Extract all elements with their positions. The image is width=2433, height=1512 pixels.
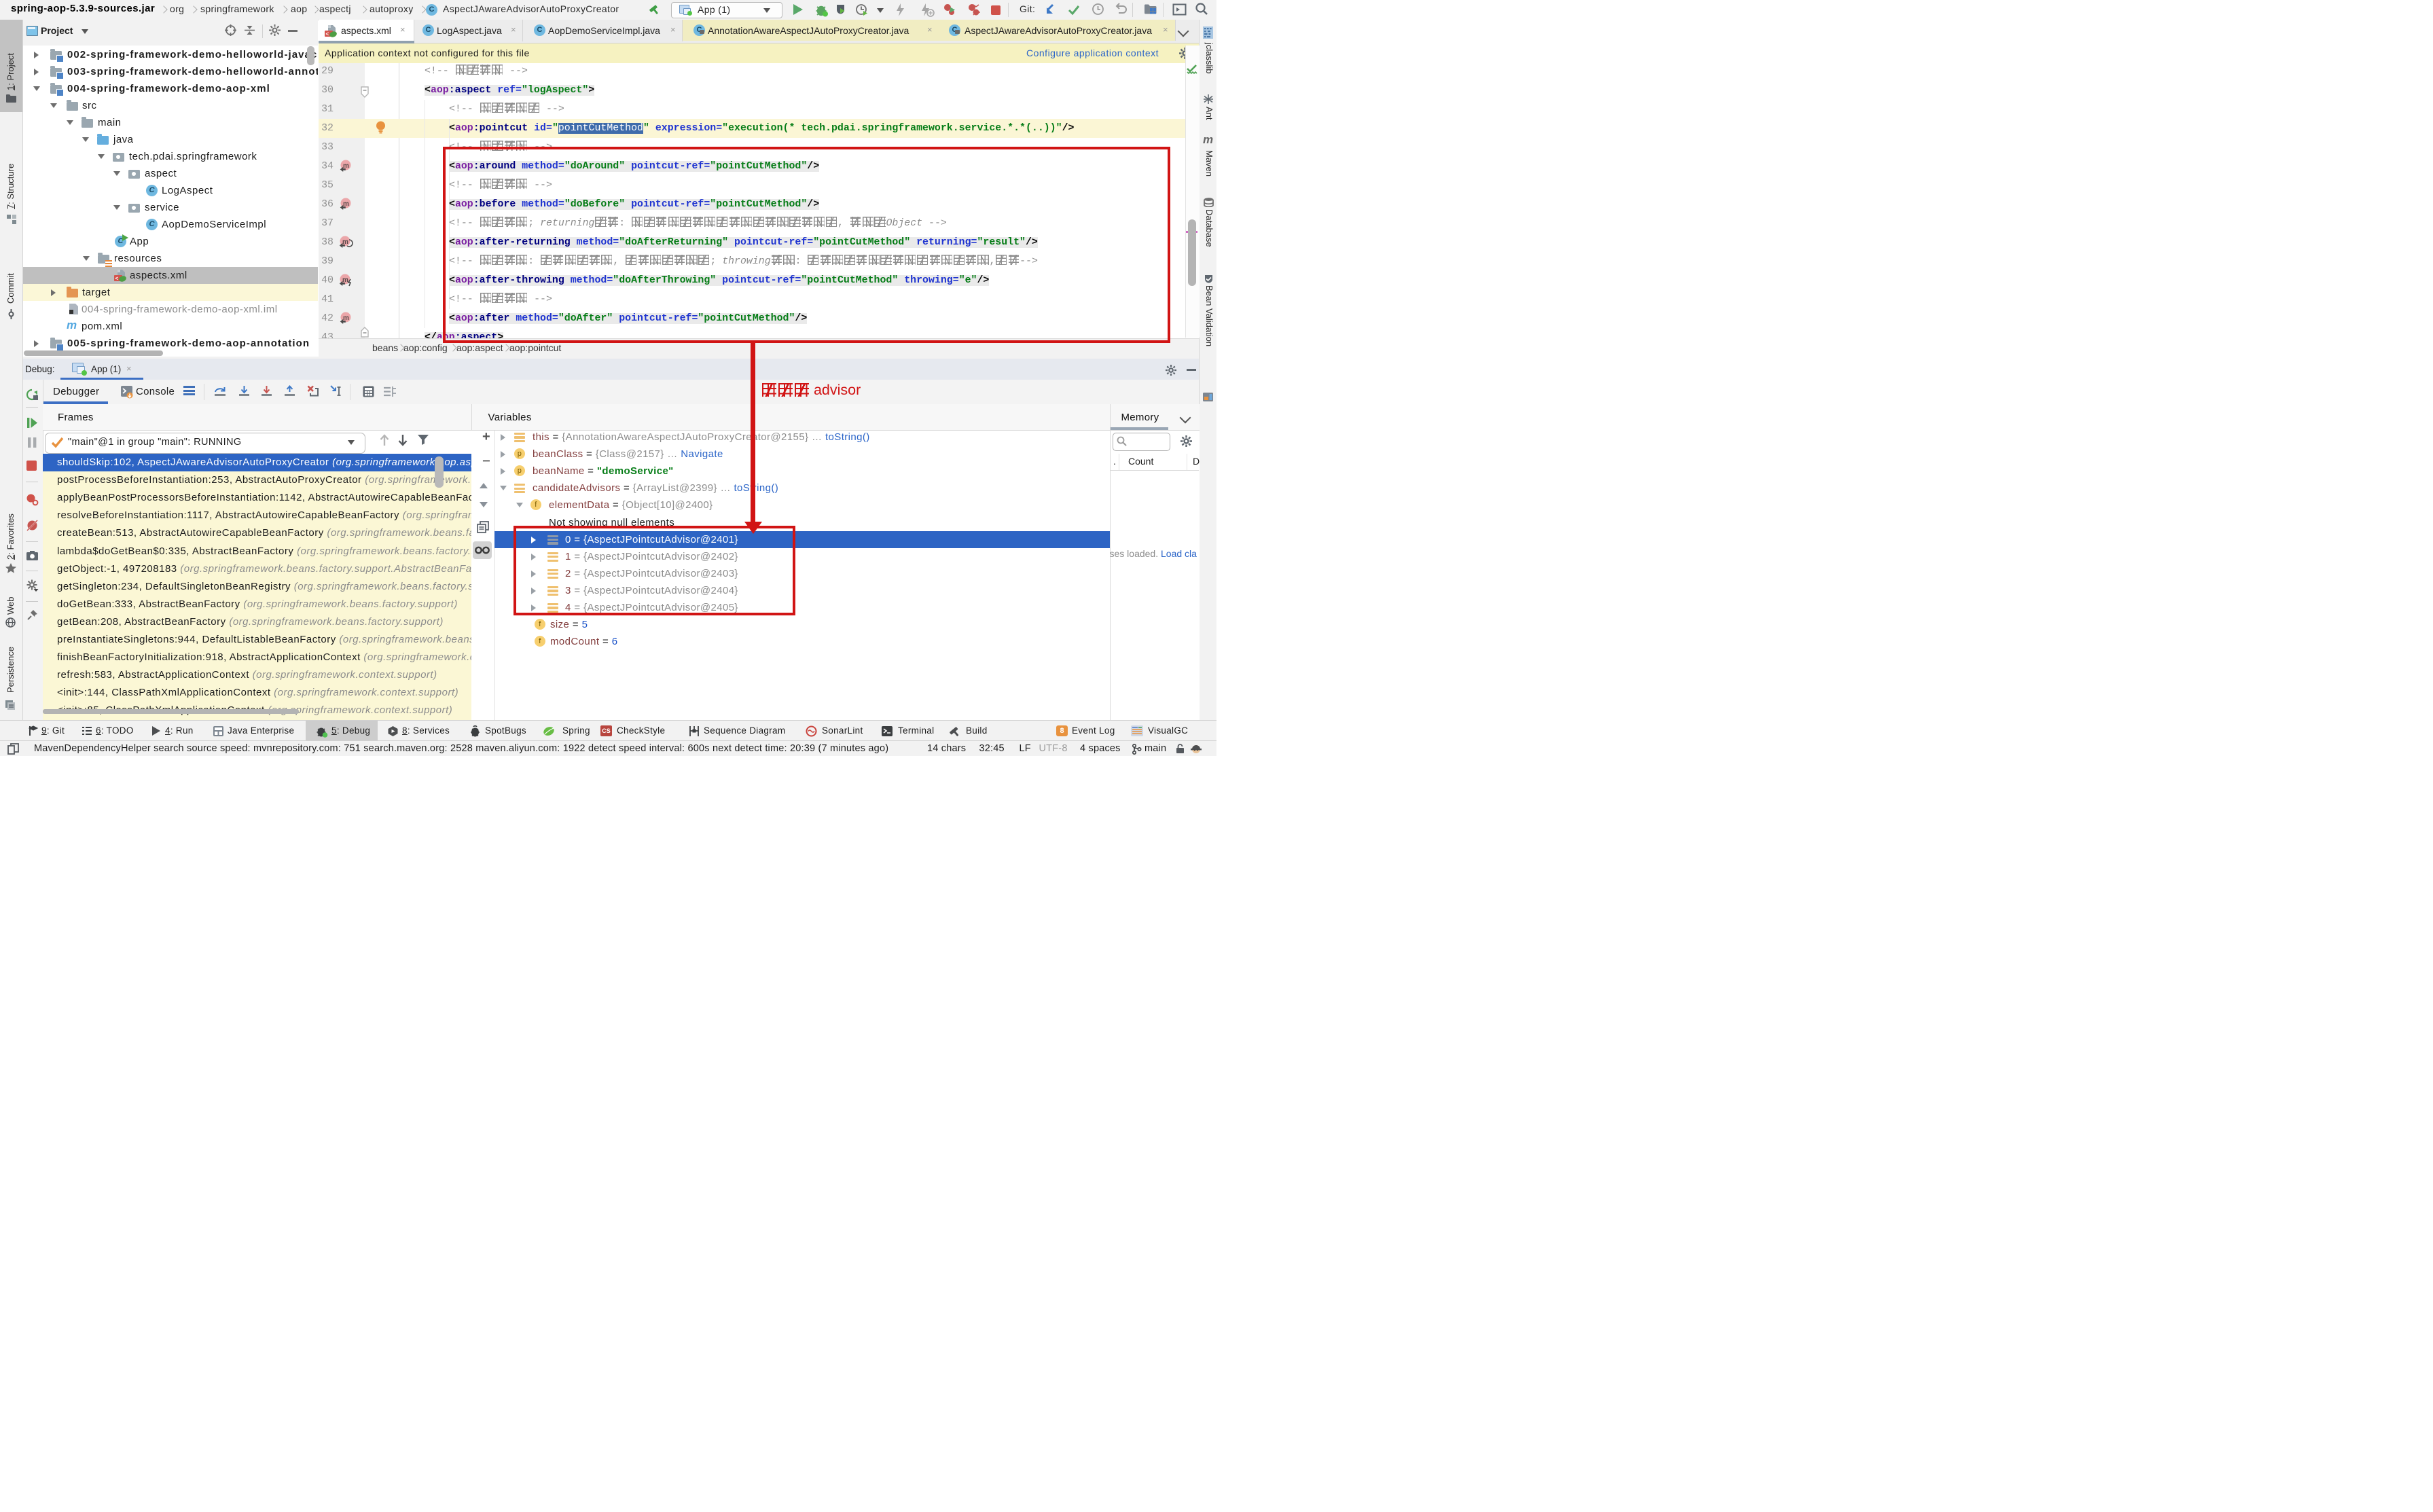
svg-text:<: < — [326, 31, 329, 37]
svg-text:<: < — [115, 276, 119, 282]
